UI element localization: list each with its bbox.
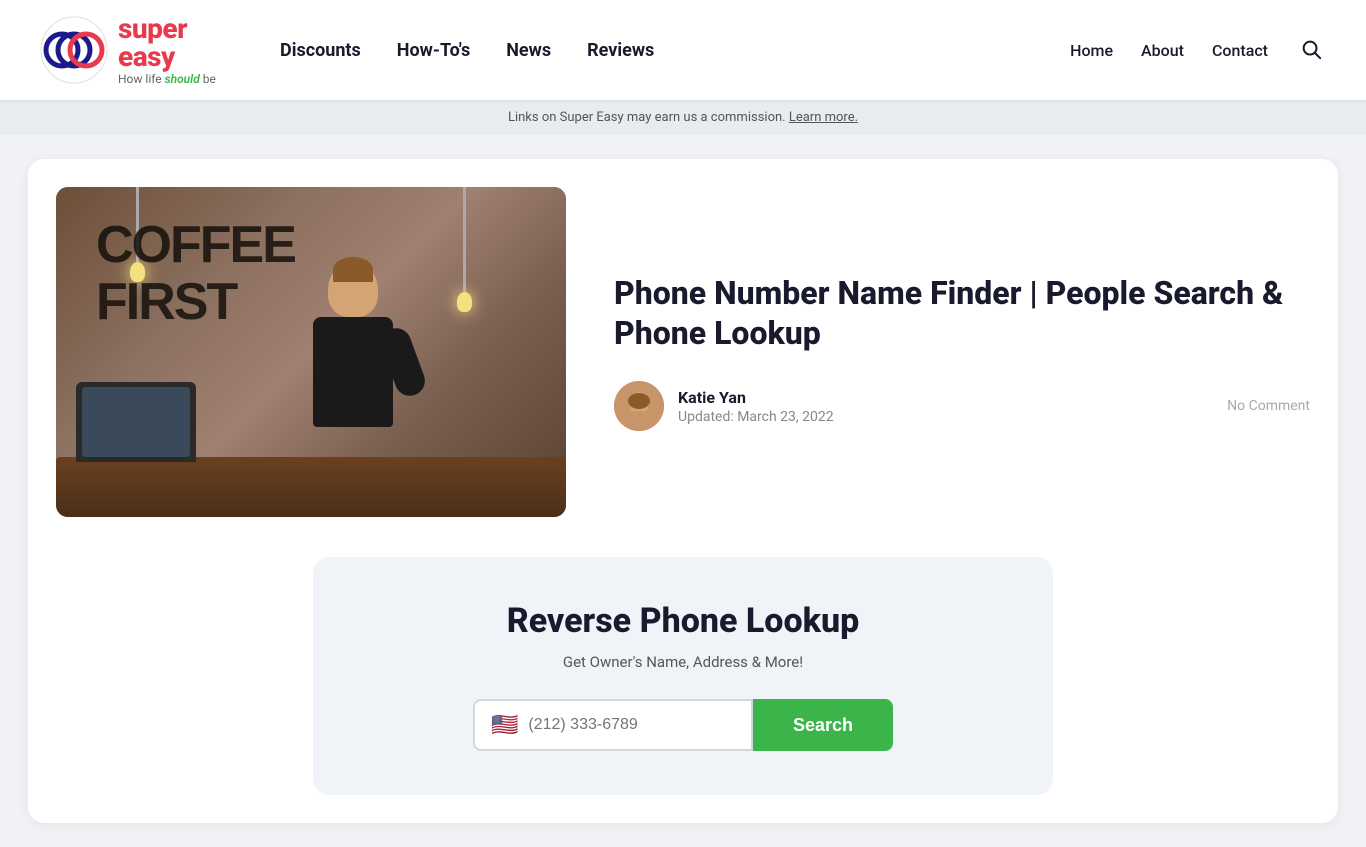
lamp-right xyxy=(463,187,466,297)
nav-home[interactable]: Home xyxy=(1070,41,1113,60)
nav-news[interactable]: News xyxy=(506,40,551,61)
lamp-bulb-right xyxy=(457,292,472,312)
logo-icon xyxy=(40,16,108,84)
main-nav: Discounts How-To's News Reviews xyxy=(280,40,1070,61)
table-decoration xyxy=(56,457,566,517)
site-header: super easy How life should be Discounts … xyxy=(0,0,1366,100)
hero-image: COFFEEFIRST xyxy=(56,187,566,517)
laptop-screen xyxy=(82,387,190,457)
nav-contact[interactable]: Contact xyxy=(1212,41,1268,60)
logo-tagline: How life should be xyxy=(118,73,216,85)
lookup-subtitle: Get Owner's Name, Address & More! xyxy=(373,653,993,671)
lookup-widget: Reverse Phone Lookup Get Owner's Name, A… xyxy=(313,557,1053,795)
avatar xyxy=(614,381,664,431)
affiliate-bar: Links on Super Easy may earn us a commis… xyxy=(0,100,1366,135)
lookup-form: 🇺🇸 Search xyxy=(373,699,993,751)
secondary-nav: Home About Contact xyxy=(1070,34,1326,67)
nav-howtos[interactable]: How-To's xyxy=(397,40,470,61)
coffee-wall-text: COFFEEFIRST xyxy=(96,217,295,331)
article-card: COFFEEFIRST Phone Numbe xyxy=(28,159,1338,823)
person-head xyxy=(328,262,378,317)
laptop xyxy=(76,382,196,462)
logo-brand: super easy xyxy=(118,15,216,71)
nav-reviews[interactable]: Reviews xyxy=(587,40,654,61)
learn-more-link[interactable]: Learn more. xyxy=(789,110,858,125)
lookup-title: Reverse Phone Lookup xyxy=(373,601,993,641)
person-torso xyxy=(313,317,393,427)
phone-input-wrapper: 🇺🇸 xyxy=(473,699,753,751)
person-figure xyxy=(283,262,423,462)
person-hair xyxy=(333,257,373,282)
search-button[interactable]: Search xyxy=(753,699,893,751)
search-icon-button[interactable] xyxy=(1296,34,1326,67)
author-date: Updated: March 23, 2022 xyxy=(678,409,834,425)
us-flag-icon: 🇺🇸 xyxy=(491,713,518,738)
phone-input[interactable] xyxy=(528,702,735,748)
affiliate-text: Links on Super Easy may earn us a commis… xyxy=(508,110,786,125)
article-title: Phone Number Name Finder | People Search… xyxy=(614,273,1310,353)
nav-discounts[interactable]: Discounts xyxy=(280,40,361,61)
hero-content: Phone Number Name Finder | People Search… xyxy=(614,273,1310,431)
logo-easy: easy xyxy=(118,40,175,73)
hero-section: COFFEEFIRST Phone Numbe xyxy=(56,187,1310,517)
avatar-image xyxy=(614,381,664,431)
no-comment-label: No Comment xyxy=(1227,398,1310,414)
author-row: Katie Yan Updated: March 23, 2022 No Com… xyxy=(614,381,1310,431)
logo-tagline-em: should xyxy=(165,72,200,86)
search-icon xyxy=(1300,38,1322,60)
author-details: Katie Yan Updated: March 23, 2022 xyxy=(678,388,834,425)
author-name: Katie Yan xyxy=(678,388,834,407)
nav-about[interactable]: About xyxy=(1141,41,1184,60)
logo[interactable]: super easy How life should be xyxy=(40,15,240,85)
logo-text: super easy How life should be xyxy=(118,15,216,85)
author-info: Katie Yan Updated: March 23, 2022 xyxy=(614,381,834,431)
person-arm xyxy=(377,324,429,400)
